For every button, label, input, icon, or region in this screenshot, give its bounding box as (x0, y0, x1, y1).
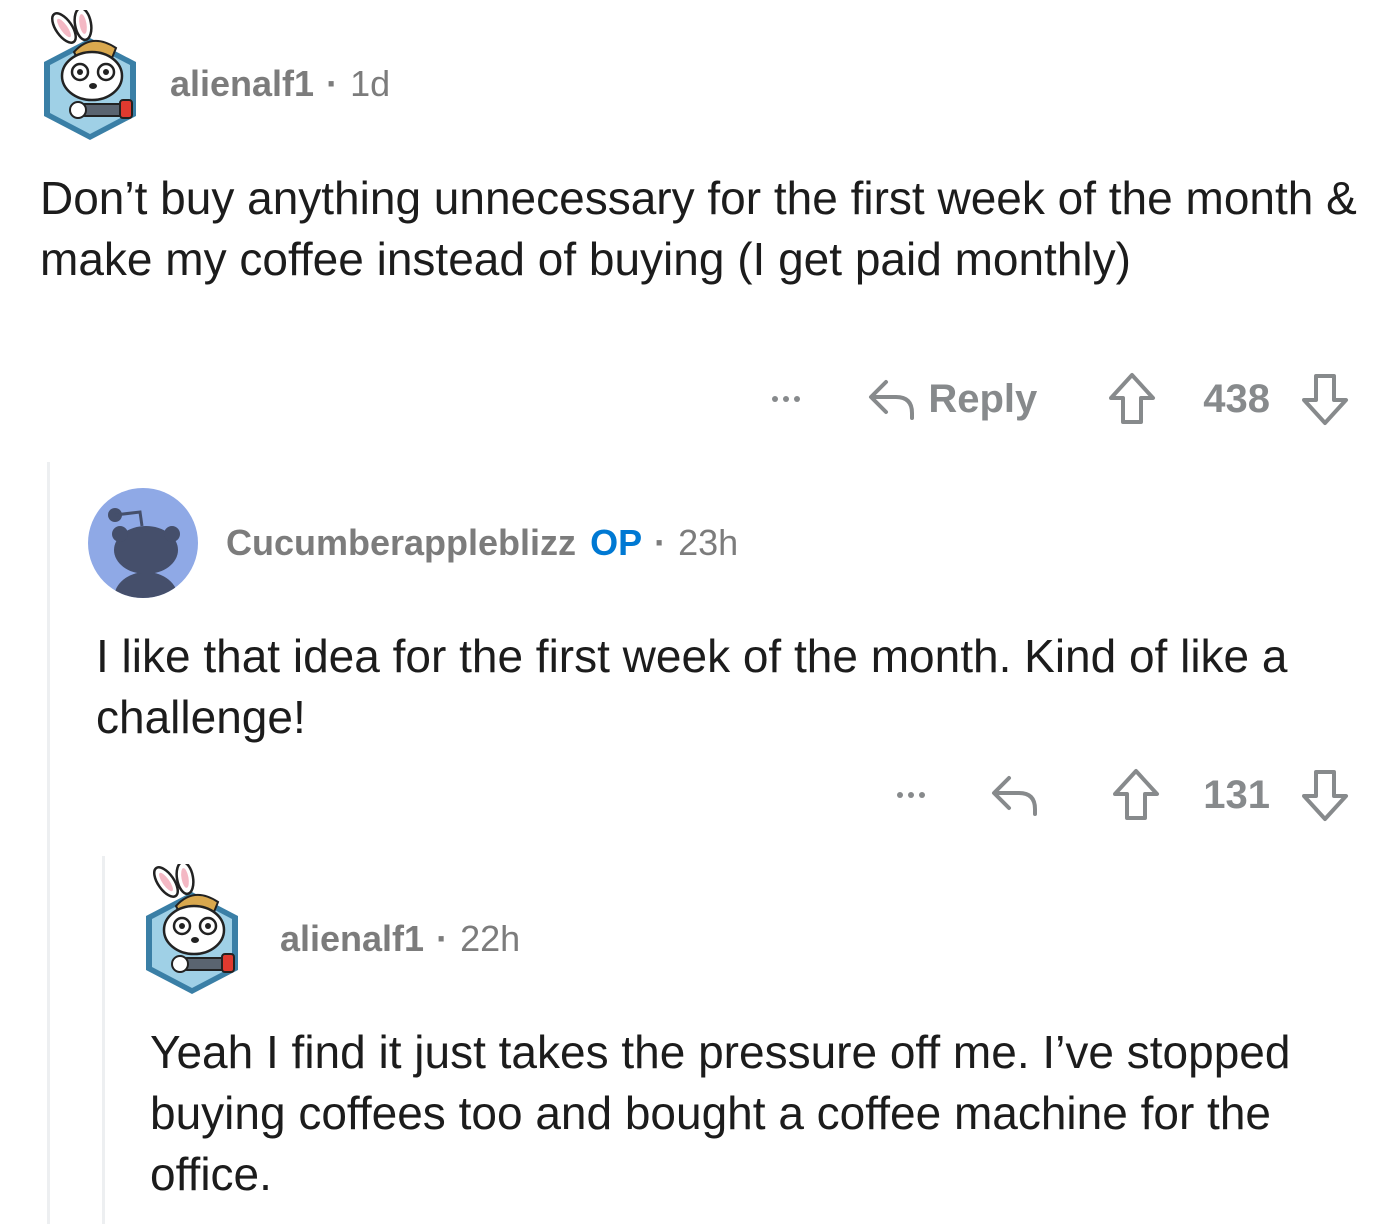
meta-separator: · (436, 918, 449, 959)
comment-body: I like that idea for the first week of t… (96, 630, 1288, 743)
upvote-arrow-icon[interactable] (1107, 372, 1157, 426)
comment-meta: alienalf1 · 1d (170, 63, 390, 105)
meta-separator: · (326, 63, 339, 104)
comment-actions: Reply 438 (772, 372, 1350, 426)
downvote-arrow-icon[interactable] (1300, 768, 1350, 822)
more-dot-icon (772, 396, 779, 402)
more-dot-icon (794, 396, 801, 402)
comment-timestamp[interactable]: 1d (350, 63, 390, 105)
username-link[interactable]: alienalf1 (170, 63, 314, 105)
comment-actions: 131 (897, 768, 1350, 822)
snoo-bunny-avatar-icon[interactable] (142, 864, 242, 994)
comment-timestamp[interactable]: 23h (678, 522, 738, 564)
comment-header: Cucumberappleblizz OP · 23h (88, 488, 1350, 598)
snoo-bunny-avatar-icon[interactable] (40, 10, 140, 140)
comment-body: Don’t buy anything unnecessary for the f… (40, 172, 1357, 285)
comment-meta: alienalf1 · 22h (280, 918, 520, 960)
reply-button[interactable]: Reply (866, 376, 1037, 422)
comment-timestamp[interactable]: 22h (460, 918, 520, 960)
comment-header: alienalf1 · 1d (40, 10, 1350, 140)
op-badge: OP (590, 522, 643, 563)
meta-separator: · (654, 522, 667, 563)
thread-line-level-2[interactable] (102, 856, 105, 1224)
vote-score: 131 (1203, 772, 1270, 817)
username-link[interactable]: Cucumberappleblizz (226, 522, 576, 564)
comment-alienalf1-top: alienalf1 · 1d Don’t buy anything unnece… (40, 10, 1357, 450)
comment-cucumberappleblizz: Cucumberappleblizz OP · 23h I like that … (88, 488, 1350, 848)
more-dot-icon (908, 792, 915, 798)
downvote-arrow-icon[interactable] (1300, 372, 1350, 426)
comment-alienalf1-reply: alienalf1 · 22h Yeah I find it just take… (142, 864, 1350, 1224)
more-options-button[interactable] (772, 396, 801, 402)
default-snoo-avatar-icon[interactable] (88, 488, 198, 598)
reply-arrow-icon (992, 776, 1038, 816)
comment-meta: Cucumberappleblizz OP · 23h (226, 522, 738, 564)
more-dot-icon (783, 396, 790, 402)
comment-body: Yeah I find it just takes the pressure o… (150, 1026, 1291, 1200)
reply-button[interactable] (989, 772, 1041, 818)
vote-score: 438 (1203, 376, 1270, 421)
more-dot-icon (919, 792, 926, 798)
upvote-arrow-icon[interactable] (1111, 768, 1161, 822)
more-dot-icon (897, 792, 904, 798)
reply-label: Reply (928, 376, 1038, 421)
reply-arrow-icon (869, 380, 915, 420)
vote-controls: 131 (1111, 768, 1350, 822)
more-options-button[interactable] (897, 792, 926, 798)
username-link[interactable]: alienalf1 (280, 918, 424, 960)
vote-controls: 438 (1107, 372, 1350, 426)
comment-header: alienalf1 · 22h (142, 864, 1350, 994)
thread-line-level-1[interactable] (47, 462, 50, 1224)
